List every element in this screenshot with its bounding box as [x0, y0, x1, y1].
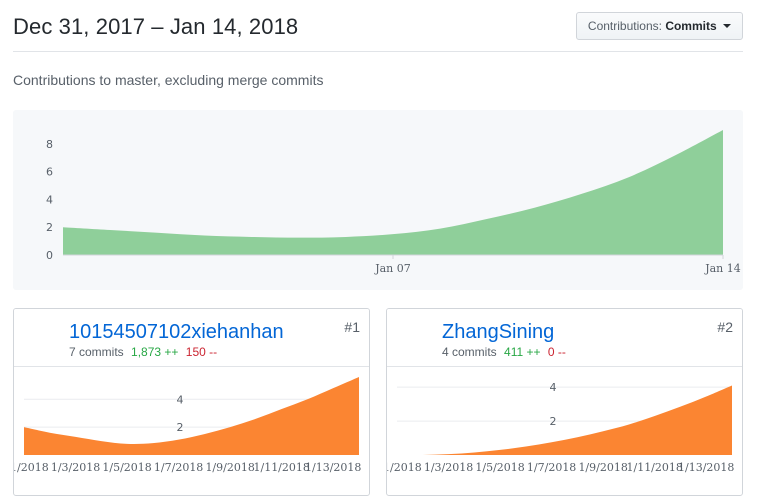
- contributor-card-header: 10154507102xiehanhan 7 commits 1,873 ++ …: [14, 309, 369, 367]
- contributor-chart-svg: 2 4 1/1/20181/3/20181/5/20181/7/20181/9/20…: [387, 381, 734, 474]
- x-tick-label: 1/13/2018: [305, 461, 361, 474]
- x-tick-label: Jan 07: [374, 262, 411, 275]
- contributor-card: 10154507102xiehanhan 7 commits 1,873 ++ …: [13, 308, 370, 496]
- additions-count: 1,873 ++: [131, 345, 179, 359]
- main-chart-svg: 0 2 4 6 8 Jan 07 Jan 14: [46, 130, 741, 275]
- x-tick-label: 1/13/2018: [678, 461, 734, 474]
- x-tick-label: 1/7/2018: [527, 461, 576, 474]
- y-tick-label: 2: [46, 221, 53, 234]
- page-title: Dec 31, 2017 – Jan 14, 2018: [13, 14, 299, 39]
- y-tick-label: 0: [46, 249, 53, 262]
- contributor-name-link[interactable]: ZhangSining: [442, 321, 554, 344]
- identicon-avatar-icon[interactable]: [396, 318, 434, 356]
- x-tick-label: 1/1/2018: [14, 461, 49, 474]
- contributor-name-link[interactable]: 10154507102xiehanhan: [69, 321, 284, 344]
- y-tick-label: 2: [550, 415, 557, 428]
- y-tick-label: 4: [177, 393, 184, 406]
- main-contributions-chart: 0 2 4 6 8 Jan 07 Jan 14: [13, 110, 743, 290]
- contributor-card-header: ZhangSining 4 commits 411 ++ 0 -- #2: [387, 309, 742, 367]
- x-tick-label: 1/9/2018: [205, 461, 254, 474]
- select-value: Commits: [665, 19, 717, 33]
- commit-count[interactable]: 7 commits: [69, 345, 124, 359]
- y-tick-label: 4: [46, 193, 53, 206]
- x-tick-label: 1/1/2018: [387, 461, 422, 474]
- area-series: [63, 130, 723, 255]
- select-prefix: Contributions:: [587, 19, 662, 33]
- contributions-subtitle: Contributions to master, excluding merge…: [13, 72, 324, 88]
- y-tick-label: 8: [46, 138, 53, 151]
- x-tick-label: 1/5/2018: [102, 461, 151, 474]
- y-tick-label: 6: [46, 166, 53, 179]
- contributor-rank: #1: [344, 319, 360, 335]
- area-series: [24, 377, 359, 455]
- y-tick-label: 2: [177, 421, 184, 434]
- deletions-count: 150 --: [185, 345, 218, 359]
- x-tick-label: 1/5/2018: [475, 461, 524, 474]
- deletions-count: 0 --: [547, 345, 566, 359]
- page-header: Dec 31, 2017 – Jan 14, 2018 Contribution…: [13, 0, 743, 52]
- contributor-stats: 4 commits 411 ++ 0 --: [442, 345, 566, 359]
- commit-count[interactable]: 4 commits: [442, 345, 497, 359]
- additions-count: 411 ++: [504, 345, 541, 359]
- identicon-avatar-icon[interactable]: [23, 318, 61, 356]
- x-tick-label: 1/7/2018: [154, 461, 203, 474]
- contributor-stats: 7 commits 1,873 ++ 150 --: [69, 345, 217, 359]
- x-tick-label: Jan 14: [704, 262, 741, 275]
- contributor-card: ZhangSining 4 commits 411 ++ 0 -- #2 241…: [386, 308, 743, 496]
- x-tick-label: 1/11/2018: [253, 461, 309, 474]
- x-tick-label: 1/11/2018: [626, 461, 682, 474]
- area-series: [397, 385, 732, 456]
- y-tick-label: 4: [550, 381, 557, 394]
- contributor-chart-svg: 2 4 1/1/20181/3/20181/5/20181/7/20181/9/20…: [14, 377, 361, 474]
- x-tick-label: 1/9/2018: [578, 461, 627, 474]
- caret-down-icon: [723, 23, 731, 28]
- x-tick-label: 1/3/2018: [51, 461, 100, 474]
- contributor-rank: #2: [717, 319, 733, 335]
- x-tick-label: 1/3/2018: [424, 461, 473, 474]
- contributions-select-button[interactable]: Contributions: Commits: [575, 12, 743, 40]
